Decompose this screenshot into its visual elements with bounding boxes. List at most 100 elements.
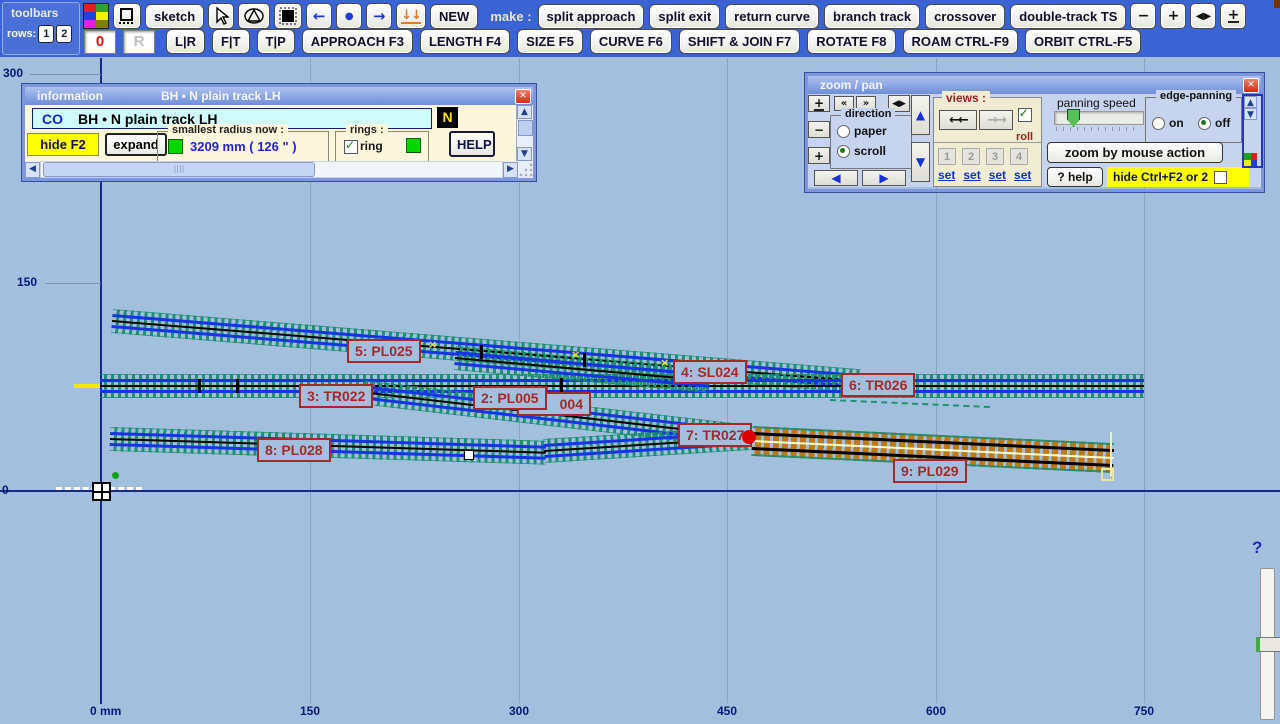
roam-ctrl-f9-button[interactable]: ROAM CTRL-F9: [903, 29, 1019, 54]
rows-2-button[interactable]: 2: [56, 25, 72, 43]
info-vertical-scrollbar[interactable]: ▲ ▼: [516, 105, 533, 161]
scroll-up-icon[interactable]: ▲: [1244, 96, 1257, 108]
size-f5-button[interactable]: SIZE F5: [517, 29, 583, 54]
info-horizontal-scrollbar[interactable]: ◀ |||| ▶: [25, 161, 533, 178]
approach-f3-button[interactable]: APPROACH F3: [302, 29, 413, 54]
info-hscroll-thumb[interactable]: ||||: [43, 162, 315, 177]
scroll-radio[interactable]: [837, 145, 850, 158]
information-titlebar[interactable]: information BH • N plain track LH ✕: [25, 87, 533, 105]
zoom-out-button[interactable]: −: [808, 121, 830, 138]
mini-palette-icon[interactable]: [1244, 153, 1257, 166]
pan-left-button[interactable]: ←: [306, 3, 332, 29]
info-hscroll-track[interactable]: ||||: [40, 161, 503, 178]
roll-checkbox[interactable]: [1018, 108, 1032, 122]
make-split-exit-button[interactable]: split exit: [649, 4, 720, 29]
zoom-by-mouse-button[interactable]: zoom by mouse action: [1047, 142, 1223, 163]
view-back-button[interactable]: ←←: [939, 110, 977, 130]
set-view-3-link[interactable]: set: [989, 168, 1006, 182]
zoom-help-button[interactable]: ? help: [1047, 167, 1103, 187]
pan-right-button[interactable]: ▶: [862, 170, 906, 186]
resize-grip-icon[interactable]: [518, 162, 533, 178]
paper-radio[interactable]: [837, 125, 850, 138]
close-icon[interactable]: ✕: [1243, 78, 1259, 93]
right-slider-thumb[interactable]: [1256, 637, 1280, 652]
center-dot-button[interactable]: ●: [336, 3, 362, 29]
scroll-up-icon[interactable]: ▲: [517, 105, 532, 119]
track-label-2[interactable]: 2: PL005: [473, 386, 547, 410]
track-label-8[interactable]: 8: PL028: [257, 438, 331, 462]
datum-origin-marker[interactable]: [92, 482, 111, 501]
ring-checkbox[interactable]: [344, 140, 358, 154]
length-f4-button[interactable]: LENGTH F4: [420, 29, 510, 54]
drop-down-button[interactable]: ↓↓: [396, 3, 426, 29]
scroll-down-icon[interactable]: ▼: [1244, 108, 1257, 120]
zoom-in-button[interactable]: +: [1160, 3, 1186, 29]
zoom-plus-dashed-button[interactable]: +: [808, 95, 830, 112]
edge-off-radio[interactable]: [1198, 117, 1211, 130]
t-p-button[interactable]: T|P: [257, 29, 295, 54]
left-right-icon: ◀▶: [892, 99, 906, 109]
view-1-button[interactable]: 1: [938, 148, 956, 165]
filled-square-button[interactable]: [274, 3, 302, 29]
close-icon[interactable]: ✕: [515, 89, 531, 104]
pan-right-button[interactable]: →: [366, 3, 392, 29]
help-question-mark[interactable]: ?: [1252, 538, 1262, 558]
forward-arrows-icon: →→: [987, 113, 1005, 128]
pan-left-button[interactable]: ◀: [814, 170, 858, 186]
track-label-4[interactable]: 4: SL024: [673, 360, 747, 384]
make-branch-track-button[interactable]: branch track: [824, 4, 920, 29]
ring-tool-button[interactable]: [238, 3, 270, 29]
scroll-left-icon[interactable]: ◀: [25, 162, 40, 178]
track-label-5[interactable]: 5: PL025: [347, 339, 421, 363]
orbit-ctrl-f5-button[interactable]: ORBIT CTRL-F5: [1025, 29, 1141, 54]
hide-button[interactable]: hide F2: [27, 133, 99, 156]
set-view-2-link[interactable]: set: [963, 168, 980, 182]
scroll-right-icon[interactable]: ▶: [503, 162, 518, 178]
set-view-1-link[interactable]: set: [938, 168, 955, 182]
make-return-curve-button[interactable]: return curve: [725, 4, 819, 29]
help-button[interactable]: HELP: [449, 131, 495, 157]
f-t-button[interactable]: F|T: [212, 29, 250, 54]
curve-f6-button[interactable]: CURVE F6: [590, 29, 672, 54]
new-button[interactable]: NEW: [430, 4, 478, 29]
zoom-hide-strip[interactable]: hide Ctrl+F2 or 2: [1107, 167, 1249, 187]
make-crossover-button[interactable]: crossover: [925, 4, 1005, 29]
view-forward-button[interactable]: →→: [979, 110, 1013, 130]
fit-width-button[interactable]: ◀▶: [1190, 3, 1216, 29]
sketch-button[interactable]: sketch: [145, 4, 204, 29]
ring-color-indicator[interactable]: [406, 138, 421, 153]
mode-zero-indicator[interactable]: 0: [84, 30, 116, 54]
pointer-button[interactable]: [208, 3, 234, 29]
minus-icon: −: [1138, 8, 1150, 24]
info-vscroll-thumb[interactable]: [518, 120, 533, 136]
pan-down-button[interactable]: ▼: [911, 142, 930, 182]
selected-handle-dot[interactable]: [742, 430, 756, 444]
right-vertical-slider[interactable]: [1260, 568, 1275, 720]
l-r-button[interactable]: L|R: [166, 29, 205, 54]
slider-thumb-icon[interactable]: [1067, 109, 1080, 127]
set-view-4-link[interactable]: set: [1014, 168, 1031, 182]
make-double-track-ts-button[interactable]: double-track TS: [1010, 4, 1126, 29]
plus-dashed-button[interactable]: +: [1220, 3, 1246, 29]
view-4-button[interactable]: 4: [1010, 148, 1028, 165]
track-label-3[interactable]: 3: TR022: [299, 384, 373, 408]
zoom-in-button[interactable]: +: [808, 147, 830, 164]
view-3-button[interactable]: 3: [986, 148, 1004, 165]
rows-1-button[interactable]: 1: [38, 25, 54, 43]
make-split-approach-button[interactable]: split approach: [538, 4, 645, 29]
track-label-9[interactable]: 9: PL029: [893, 459, 967, 483]
edge-on-radio[interactable]: [1152, 117, 1165, 130]
rotate-f8-button[interactable]: ROTATE F8: [807, 29, 895, 54]
hide-checkbox[interactable]: [1214, 171, 1227, 184]
scroll-radio-label: scroll: [854, 144, 886, 158]
panning-speed-slider[interactable]: [1054, 111, 1144, 125]
shift-join-f7-button[interactable]: SHIFT & JOIN F7: [679, 29, 800, 54]
scroll-down-icon[interactable]: ▼: [517, 147, 532, 161]
zoom-out-button[interactable]: −: [1130, 3, 1156, 29]
track-label-6[interactable]: 6: TR026: [841, 373, 915, 397]
palette-icon[interactable]: [83, 3, 109, 29]
pan-up-button[interactable]: ▲: [911, 95, 930, 135]
view-2-button[interactable]: 2: [962, 148, 980, 165]
mode-r-indicator[interactable]: R: [123, 30, 155, 54]
page-outline-button[interactable]: [113, 3, 141, 29]
